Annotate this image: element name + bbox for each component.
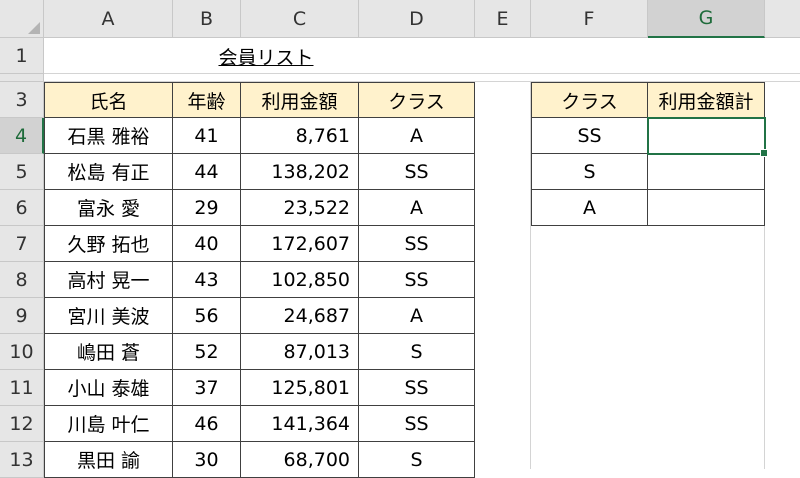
column-header-g[interactable]: G [648,0,765,38]
row-2-grid [44,74,800,82]
summary-total-cell[interactable] [648,154,765,190]
member-class-cell[interactable]: SS [359,370,475,406]
member-age-cell[interactable]: 52 [173,334,241,370]
member-amount-cell[interactable]: 102,850 [241,262,359,298]
row-header-12[interactable]: 12 [0,406,44,442]
row-header-1[interactable]: 1 [0,38,44,74]
row-header-8[interactable]: 8 [0,262,44,298]
summary-header-class[interactable]: クラス [531,82,648,118]
sheet-title[interactable]: 会員リスト [173,38,359,74]
member-age-cell[interactable]: 56 [173,298,241,334]
member-amount-cell[interactable]: 172,607 [241,226,359,262]
column-header-d[interactable]: D [359,0,475,38]
select-all-button[interactable] [0,0,44,38]
fill-handle[interactable] [760,149,768,157]
row-header-2[interactable] [0,74,44,82]
member-header-class[interactable]: クラス [359,82,475,118]
row-1-grid [44,38,800,74]
member-age-cell[interactable]: 40 [173,226,241,262]
row-header-13[interactable]: 13 [0,442,44,478]
member-amount-cell[interactable]: 87,013 [241,334,359,370]
member-name-cell[interactable]: 黒田 諭 [44,442,173,478]
row-header-9[interactable]: 9 [0,298,44,334]
member-name-cell[interactable]: 宮川 美波 [44,298,173,334]
member-class-cell[interactable]: A [359,118,475,154]
summary-class-cell[interactable]: SS [531,118,648,154]
member-age-cell[interactable]: 30 [173,442,241,478]
member-header-name[interactable]: 氏名 [44,82,173,118]
member-name-cell[interactable]: 嶋田 蒼 [44,334,173,370]
member-age-cell[interactable]: 46 [173,406,241,442]
spreadsheet: A B C D E F G 1 3 4 5 6 7 8 9 10 11 12 1… [0,0,800,478]
member-amount-cell[interactable]: 141,364 [241,406,359,442]
row-header-11[interactable]: 11 [0,370,44,406]
summary-header-total[interactable]: 利用金額計 [648,82,765,118]
row-header-3[interactable]: 3 [0,82,44,118]
row-header-5[interactable]: 5 [0,154,44,190]
column-header-f[interactable]: F [531,0,648,38]
member-age-cell[interactable]: 29 [173,190,241,226]
row-header-7[interactable]: 7 [0,226,44,262]
member-amount-cell[interactable]: 138,202 [241,154,359,190]
member-class-cell[interactable]: S [359,442,475,478]
summary-class-cell[interactable]: S [531,154,648,190]
summary-total-cell[interactable] [648,190,765,226]
member-name-cell[interactable]: 久野 拓也 [44,226,173,262]
member-class-cell[interactable]: S [359,334,475,370]
member-header-amount[interactable]: 利用金額 [241,82,359,118]
member-class-cell[interactable]: A [359,298,475,334]
member-age-cell[interactable]: 41 [173,118,241,154]
member-name-cell[interactable]: 川島 叶仁 [44,406,173,442]
member-name-cell[interactable]: 小山 泰雄 [44,370,173,406]
member-age-cell[interactable]: 44 [173,154,241,190]
column-header-a[interactable]: A [44,0,173,38]
member-class-cell[interactable]: SS [359,406,475,442]
member-amount-cell[interactable]: 23,522 [241,190,359,226]
member-class-cell[interactable]: SS [359,226,475,262]
row-header-6[interactable]: 6 [0,190,44,226]
member-amount-cell[interactable]: 68,700 [241,442,359,478]
member-amount-cell[interactable]: 8,761 [241,118,359,154]
column-header-e[interactable]: E [475,0,531,38]
member-amount-cell[interactable]: 125,801 [241,370,359,406]
member-class-cell[interactable]: SS [359,154,475,190]
member-age-cell[interactable]: 43 [173,262,241,298]
column-header-empty [765,0,800,38]
member-name-cell[interactable]: 富永 愛 [44,190,173,226]
row-header-10[interactable]: 10 [0,334,44,370]
active-cell-g4[interactable] [647,117,768,157]
column-header-c[interactable]: C [241,0,359,38]
summary-class-cell[interactable]: A [531,190,648,226]
member-class-cell[interactable]: SS [359,262,475,298]
member-class-cell[interactable]: A [359,190,475,226]
column-header-b[interactable]: B [173,0,241,38]
member-age-cell[interactable]: 37 [173,370,241,406]
select-all-triangle-icon [28,22,40,34]
row-header-4[interactable]: 4 [0,118,44,154]
member-header-age[interactable]: 年齢 [173,82,241,118]
member-name-cell[interactable]: 石黒 雅裕 [44,118,173,154]
member-name-cell[interactable]: 高村 晃一 [44,262,173,298]
member-amount-cell[interactable]: 24,687 [241,298,359,334]
column-fg-below-area [531,226,765,469]
member-name-cell[interactable]: 松島 有正 [44,154,173,190]
column-e-area [475,82,531,469]
